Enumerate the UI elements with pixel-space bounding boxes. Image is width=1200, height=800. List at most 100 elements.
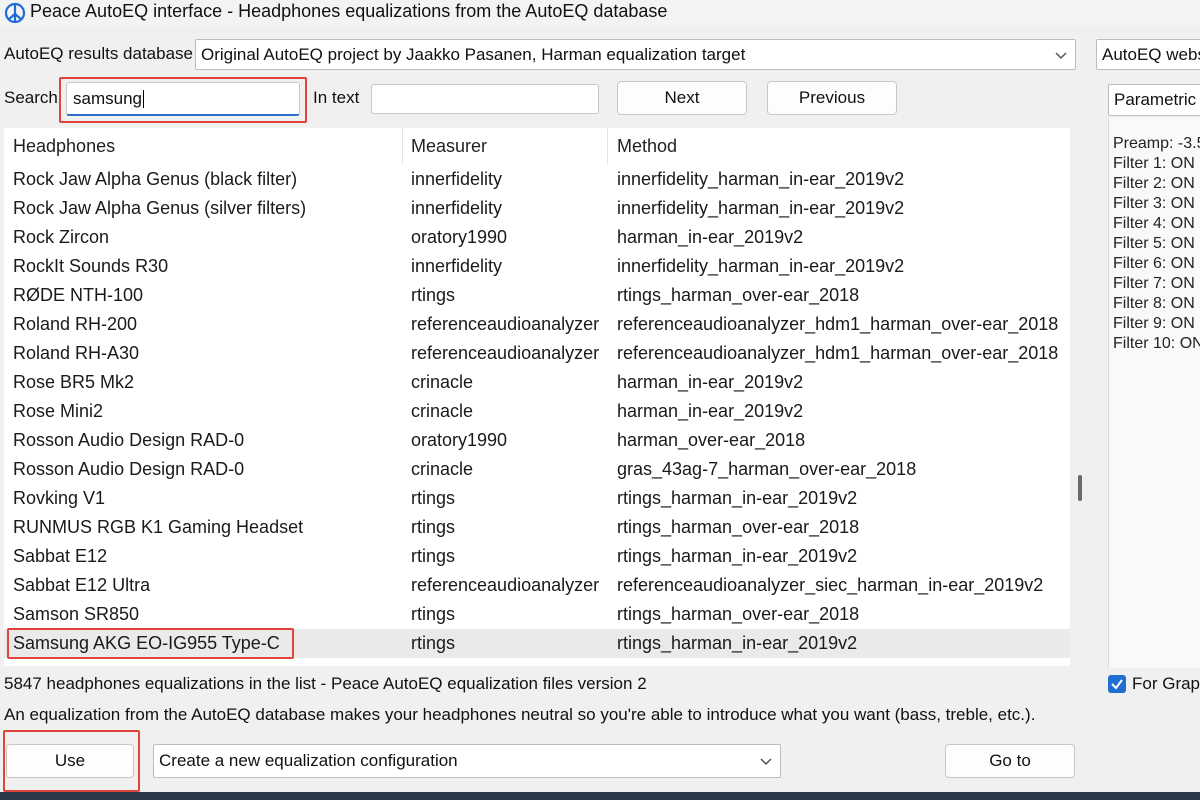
column-header-method[interactable]: Method	[617, 128, 677, 164]
configuration-select-value: Create a new equalization configuration	[159, 751, 458, 770]
cell-headphones: Rosson Audio Design RAD-0	[13, 430, 245, 450]
cell-headphones: Rock Jaw Alpha Genus (silver filters)	[13, 198, 307, 218]
column-header-measurer[interactable]: Measurer	[411, 128, 487, 164]
cell-method: rtings_harman_in-ear_2019v2	[617, 488, 858, 508]
for-graph-checkbox[interactable]	[1108, 675, 1126, 693]
cell-measurer: innerfidelity	[411, 169, 503, 189]
cell-method: referenceaudioanalyzer_hdm1_harman_over-…	[617, 343, 1059, 363]
cell-measurer: rtings	[411, 604, 456, 624]
cell-measurer: crinacle	[411, 401, 474, 421]
cell-headphones: Sabbat E12	[13, 546, 108, 566]
cell-headphones: Rose BR5 Mk2	[13, 372, 135, 392]
database-select-value: Original AutoEQ project by Jaakko Pasane…	[201, 44, 746, 64]
table-row[interactable]: Rose BR5 Mk2 crinacle harman_in-ear_2019v2	[4, 368, 1070, 397]
configuration-select[interactable]: Create a new equalization configuration	[153, 744, 781, 778]
cell-method: referenceaudioanalyzer_siec_harman_in-ea…	[617, 575, 1044, 595]
parametric-select[interactable]: Parametric E	[1108, 84, 1200, 116]
table-row[interactable]: Rock Zircon oratory1990 harman_in-ear_2019…	[4, 223, 1070, 252]
cell-method: rtings_harman_over-ear_2018	[617, 517, 860, 537]
table-row[interactable]: Sabbat E12 rtings rtings_harman_in-ear_201…	[4, 542, 1070, 571]
table-row[interactable]: Rose Mini2 crinacle harman_in-ear_2019v2	[4, 397, 1070, 426]
search-label: Search	[4, 88, 58, 107]
cell-method: harman_in-ear_2019v2	[617, 372, 804, 392]
filter-line: Filter 4: ON I	[1113, 215, 1200, 232]
cell-method: harman_over-ear_2018	[617, 430, 806, 450]
cell-measurer: innerfidelity	[411, 198, 503, 218]
cell-headphones: RUNMUS RGB K1 Gaming Headset	[13, 517, 304, 537]
cell-measurer: crinacle	[411, 459, 474, 479]
cell-measurer: referenceaudioanalyzer	[411, 575, 600, 595]
selected-row-highlight-box	[7, 628, 294, 659]
in-text-input[interactable]	[371, 84, 599, 114]
table-row[interactable]: Rovking V1 rtings rtings_harman_in-ear_201…	[4, 484, 1070, 513]
cell-measurer: innerfidelity	[411, 256, 503, 276]
text-caret	[142, 89, 144, 108]
website-select-value: AutoEQ webs	[1102, 44, 1200, 64]
cell-headphones: RockIt Sounds R30	[13, 256, 169, 276]
cell-measurer: crinacle	[411, 372, 474, 392]
search-input-value: samsung	[73, 88, 142, 108]
filter-line: Filter 7: ON I	[1113, 275, 1200, 292]
cell-headphones: RØDE NTH-100	[13, 285, 144, 305]
cell-method: harman_in-ear_2019v2	[617, 401, 804, 421]
cell-method: rtings_harman_in-ear_2019v2	[617, 633, 858, 653]
cell-method: rtings_harman_in-ear_2019v2	[617, 546, 858, 566]
next-button[interactable]: Next	[617, 81, 747, 115]
website-select[interactable]: AutoEQ webs	[1096, 39, 1200, 70]
search-input[interactable]: samsung	[66, 82, 300, 116]
filter-line: Filter 2: ON I	[1113, 175, 1200, 192]
previous-button[interactable]: Previous	[767, 81, 897, 115]
cell-measurer: rtings	[411, 285, 456, 305]
go-to-button[interactable]: Go to	[945, 744, 1075, 778]
in-text-label: In text	[313, 88, 360, 107]
column-divider[interactable]	[402, 128, 403, 164]
table-row[interactable]: RØDE NTH-100 rtings rtings_harman_over-ear…	[4, 281, 1070, 310]
column-header-headphones[interactable]: Headphones	[13, 128, 115, 164]
filter-line: Filter 5: ON I	[1113, 235, 1200, 252]
filter-line: Filter 6: ON I	[1113, 255, 1200, 272]
table-row[interactable]: Samson SR850 rtings rtings_harman_over-ear…	[4, 600, 1070, 629]
cell-method: gras_43ag-7_harman_over-ear_2018	[617, 459, 917, 479]
cell-method: referenceaudioanalyzer_hdm1_harman_over-…	[617, 314, 1059, 334]
cell-headphones: Rovking V1	[13, 488, 106, 508]
preamp-line: Preamp: -3.5	[1113, 135, 1200, 152]
cell-measurer: rtings	[411, 517, 456, 537]
cell-headphones: Roland RH-200	[13, 314, 138, 334]
cell-headphones: Roland RH-A30	[13, 343, 140, 363]
equalization-preview-text: Preamp: -3.5 Filter 1: ON I Filter 2: ON I…	[1108, 118, 1200, 668]
cell-measurer: oratory1990	[411, 227, 508, 247]
cell-method: harman_in-ear_2019v2	[617, 227, 804, 247]
table-row[interactable]: Rock Jaw Alpha Genus (black filter) inner…	[4, 165, 1070, 194]
cell-headphones: Samson SR850	[13, 604, 140, 624]
cell-method: rtings_harman_over-ear_2018	[617, 604, 860, 624]
cell-headphones: Rock Zircon	[13, 227, 110, 247]
use-button[interactable]: Use	[6, 744, 134, 778]
table-scrollbar-thumb[interactable]	[1078, 475, 1082, 501]
parametric-select-value: Parametric E	[1114, 90, 1200, 109]
filter-line: Filter 3: ON I	[1113, 195, 1200, 212]
info-text: An equalization from the AutoEQ database…	[4, 705, 1036, 724]
database-select[interactable]: Original AutoEQ project by Jaakko Pasane…	[195, 39, 1076, 70]
cell-measurer: oratory1990	[411, 430, 508, 450]
table-row[interactable]: Roland RH-200 referenceaudioanalyzer refer…	[4, 310, 1070, 339]
headphones-table[interactable]: Headphones Measurer Method Rock Jaw Alph…	[4, 128, 1070, 666]
table-row[interactable]: Sabbat E12 Ultra referenceaudioanalyzer re…	[4, 571, 1070, 600]
table-row[interactable]: RockIt Sounds R30 innerfidelity innerfidel…	[4, 252, 1070, 281]
cell-method: innerfidelity_harman_in-ear_2019v2	[617, 198, 905, 218]
filter-line: Filter 9: ON I	[1113, 315, 1200, 332]
filter-line: Filter 8: ON I	[1113, 295, 1200, 312]
table-row[interactable]: RUNMUS RGB K1 Gaming Headset rtings rtings…	[4, 513, 1070, 542]
cell-headphones: Rose Mini2	[13, 401, 104, 421]
cell-measurer: rtings	[411, 546, 456, 566]
cell-method: innerfidelity_harman_in-ear_2019v2	[617, 169, 905, 189]
table-row[interactable]: Rosson Audio Design RAD-0 oratory1990 harm…	[4, 426, 1070, 455]
column-divider[interactable]	[607, 128, 608, 164]
table-row[interactable]: Roland RH-A30 referenceaudioanalyzer refer…	[4, 339, 1070, 368]
table-row[interactable]: Samsung AKG EO-IG955 Type-C rtings rtings_…	[4, 628, 1070, 659]
taskbar-edge	[0, 792, 1200, 800]
cell-method: rtings_harman_over-ear_2018	[617, 285, 860, 305]
table-row[interactable]: Rock Jaw Alpha Genus (silver filters) inn…	[4, 194, 1070, 223]
chevron-down-icon	[760, 758, 772, 766]
table-row[interactable]: Rosson Audio Design RAD-0 crinacle gras_43…	[4, 455, 1070, 484]
for-graph-label: For Graph	[1132, 674, 1200, 693]
